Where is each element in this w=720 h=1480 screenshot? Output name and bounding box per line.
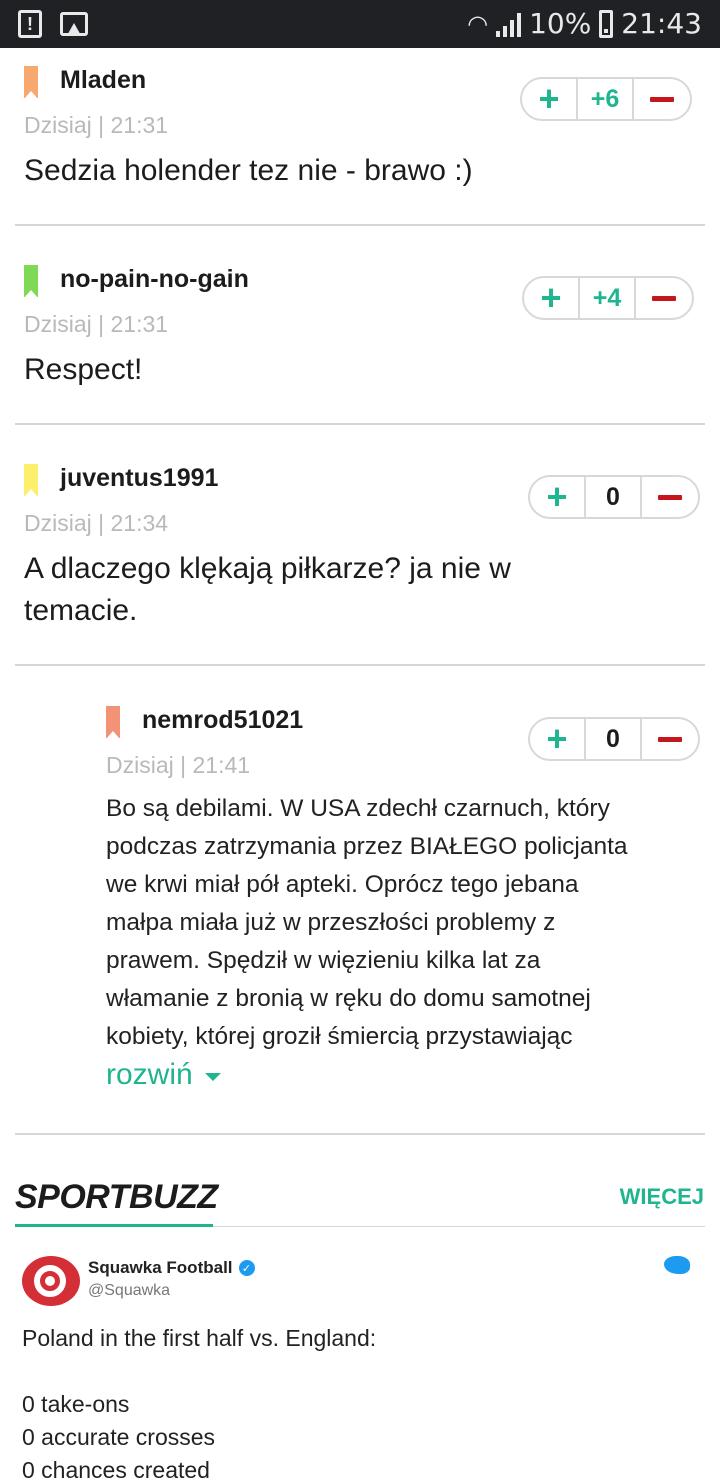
upvote-button[interactable]: + xyxy=(524,277,580,318)
user-rank-flag xyxy=(24,464,38,497)
divider xyxy=(15,224,705,226)
verified-icon: ✓ xyxy=(238,1260,255,1276)
tweet-handle: @Squawka xyxy=(88,1282,171,1299)
downvote-button[interactable] xyxy=(634,79,690,119)
tweet-text: Poland in the first half vs. England: 0 … xyxy=(22,1325,377,1480)
comment-timestamp: Dzisiaj | 21:31 xyxy=(24,112,169,138)
comment-text: Sedzia holender tez nie - brawo :) xyxy=(24,154,473,187)
signal-icon xyxy=(496,11,522,37)
vote-score: +6 xyxy=(578,79,634,119)
divider xyxy=(15,1133,705,1135)
comment-author[interactable]: Mladen xyxy=(60,66,146,95)
user-rank-flag xyxy=(24,265,38,298)
comment-timestamp: Dzisiaj | 21:31 xyxy=(24,311,169,337)
section-underline xyxy=(15,1224,213,1227)
vote-widget: + 0 xyxy=(528,717,700,761)
divider xyxy=(15,664,705,666)
expand-comment-link[interactable]: rozwiń xyxy=(106,1058,221,1092)
battery-icon xyxy=(599,9,614,38)
downvote-button[interactable] xyxy=(636,278,692,318)
warning-icon: ! xyxy=(18,10,42,38)
battery-percent: 10% xyxy=(529,7,592,40)
wifi-icon: ◠ xyxy=(467,9,489,38)
downvote-button[interactable] xyxy=(642,719,698,759)
more-link[interactable]: WIĘCEJ xyxy=(620,1184,704,1210)
upvote-button[interactable]: + xyxy=(530,476,586,517)
vote-score: +4 xyxy=(580,278,636,318)
clock: 21:43 xyxy=(621,7,702,40)
status-bar: ! ◠ 10% 21:43 xyxy=(0,0,720,48)
user-rank-flag xyxy=(106,706,120,739)
comment-text: Respect! xyxy=(24,353,143,386)
comment-timestamp: Dzisiaj | 21:41 xyxy=(106,752,251,778)
vote-score: 0 xyxy=(586,477,642,517)
comment-author[interactable]: nemrod51021 xyxy=(142,706,303,735)
upvote-button[interactable]: + xyxy=(522,78,578,119)
image-notification-icon xyxy=(60,12,88,36)
caret-down-icon xyxy=(204,1073,221,1081)
tweet-author[interactable]: Squawka Football ✓ xyxy=(88,1258,255,1278)
comment-timestamp: Dzisiaj | 21:34 xyxy=(24,510,169,536)
downvote-button[interactable] xyxy=(642,477,698,517)
comment-text: A dlaczego klękają piłkarze? ja nie w te… xyxy=(24,552,511,627)
upvote-button[interactable]: + xyxy=(530,718,586,759)
vote-widget: + 0 xyxy=(528,475,700,519)
twitter-icon xyxy=(664,1256,690,1274)
vote-widget: + +4 xyxy=(522,276,694,320)
section-title: SPORTBUZZ xyxy=(15,1178,218,1216)
comment-text: Bo są debilami. W USA zdechł czarnuch, k… xyxy=(106,795,628,1050)
vote-score: 0 xyxy=(586,719,642,759)
avatar[interactable] xyxy=(22,1256,80,1306)
vote-widget: + +6 xyxy=(520,77,692,121)
divider xyxy=(15,423,705,425)
user-rank-flag xyxy=(24,66,38,99)
comment-author[interactable]: no-pain-no-gain xyxy=(60,265,249,294)
comment-author[interactable]: juventus1991 xyxy=(60,464,218,493)
